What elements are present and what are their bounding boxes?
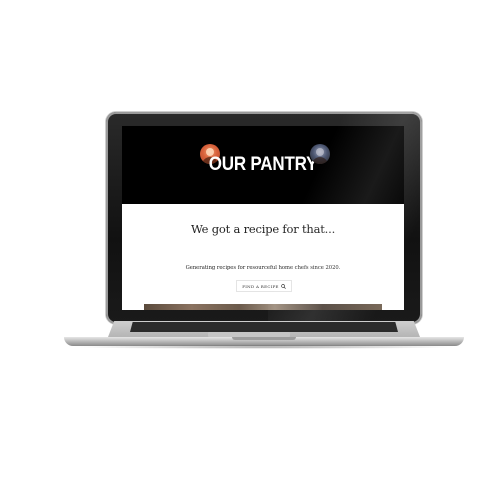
tagline: Generating recipes for resourceful home … (185, 265, 341, 271)
laptop-screen: OUR PANTRY We got a recipe for that... G… (122, 126, 404, 310)
avatar-right (310, 144, 330, 164)
site-title[interactable]: OUR PANTRY (122, 153, 404, 176)
search-icon (280, 283, 286, 289)
laptop-mockup: OUR PANTRY We got a recipe for that... G… (0, 0, 500, 500)
base-shadow (70, 345, 458, 349)
keyboard (130, 322, 398, 332)
find-recipe-label: FIND A RECIPE (242, 283, 279, 289)
laptop-notch (232, 337, 296, 340)
photo-strip (144, 304, 382, 310)
hero-heading: We got a recipe for that... (190, 222, 336, 236)
site-header: OUR PANTRY (122, 126, 404, 204)
find-recipe-button[interactable]: FIND A RECIPE (236, 280, 292, 292)
